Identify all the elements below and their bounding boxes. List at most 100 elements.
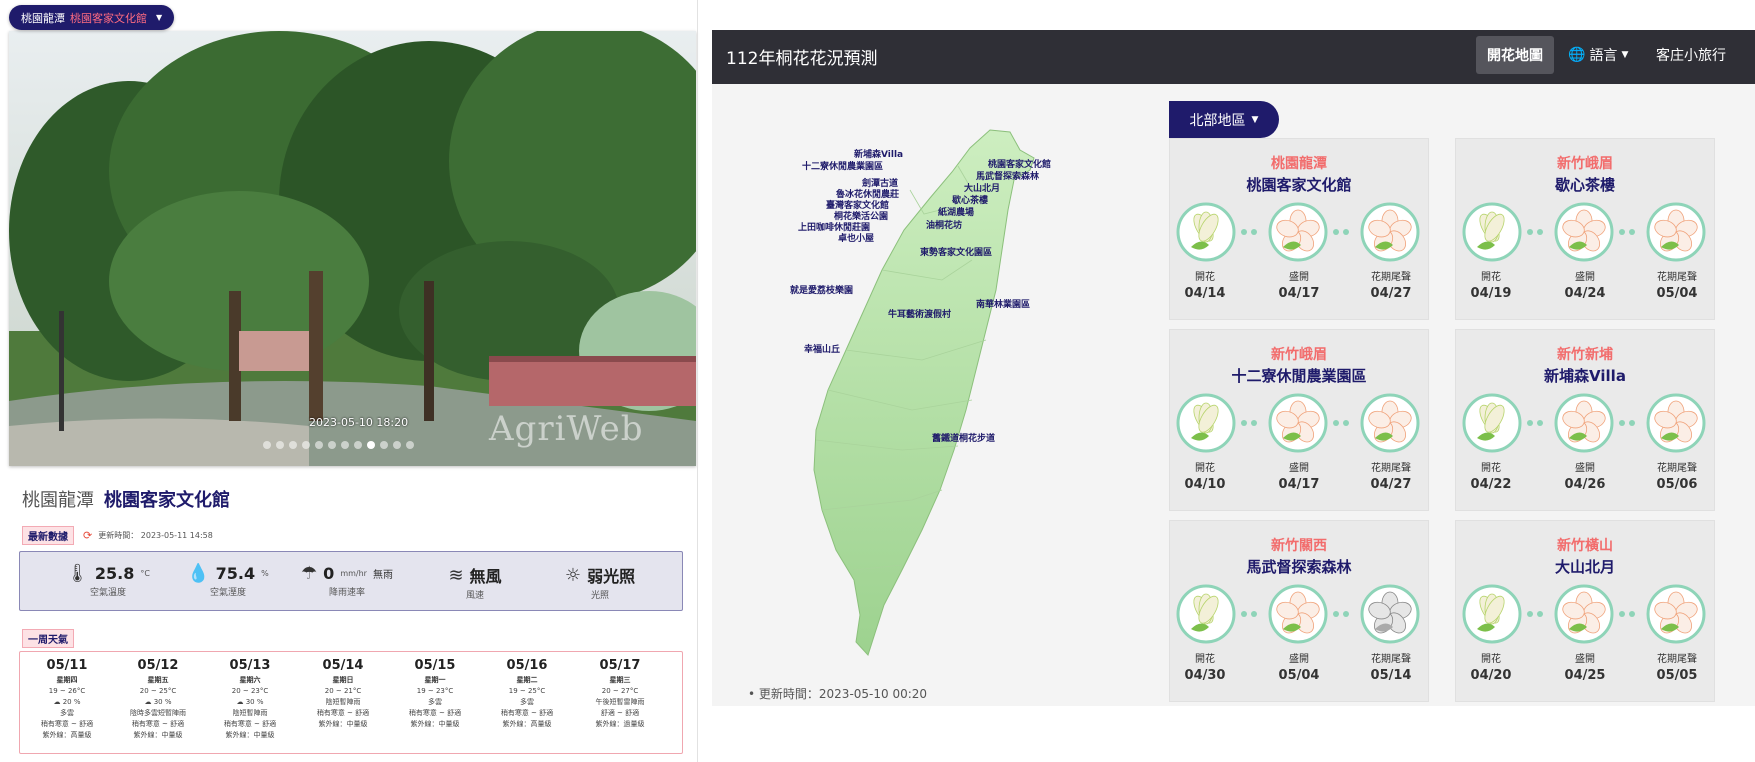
full-bloom-flower-icon bbox=[1267, 392, 1329, 454]
late-bloom-flower-icon bbox=[1645, 201, 1707, 263]
carousel-dot[interactable] bbox=[406, 441, 414, 449]
full-bloom-flower-icon bbox=[1553, 392, 1615, 454]
bloom-card[interactable]: 新竹關西 馬武督探索森林 開花 盛開 花期尾聲 04/30 05/04 05/1… bbox=[1169, 520, 1429, 702]
rain-cloud-icon: ☁ bbox=[53, 698, 61, 706]
nav-bloom-map[interactable]: 開花地圖 bbox=[1476, 36, 1554, 74]
bloom-stages bbox=[1461, 201, 1709, 267]
full-bloom-flower-icon bbox=[1267, 583, 1329, 645]
bloom-stages bbox=[1175, 201, 1423, 267]
sun-icon: ☼ bbox=[564, 564, 582, 586]
carousel-dot[interactable] bbox=[289, 441, 297, 449]
carousel-dot[interactable] bbox=[380, 441, 388, 449]
thermometer-icon: 🌡 bbox=[66, 563, 89, 584]
station-photo-carousel[interactable]: 2023-05-10 18:20 AgriWeb bbox=[9, 31, 696, 466]
week-weather-tag: 一周天氣 bbox=[22, 629, 74, 648]
bud-flower-icon bbox=[1461, 201, 1523, 263]
station-title: 桃園龍潭 桃園客家文化館 bbox=[22, 486, 230, 512]
refresh-icon[interactable]: ⟳ bbox=[83, 529, 92, 542]
location-area: 桃園龍潭 bbox=[21, 11, 65, 25]
bloom-stages bbox=[1175, 392, 1423, 458]
bloom-card[interactable]: 新竹新埔 新埔森Villa 開花 盛開 花期尾聲 04/22 04/26 05/… bbox=[1455, 329, 1715, 511]
latest-data-tag: 最新數據 bbox=[22, 526, 74, 545]
full-bloom-flower-icon bbox=[1553, 583, 1615, 645]
map-label[interactable]: 南華林業園區 bbox=[976, 297, 1030, 310]
current-conditions: 🌡 25.8 °C 空氣溫度 💧 75.4 % 空氣溼度 ☂ 0 mm/hr 無… bbox=[19, 551, 683, 611]
forecast-day: 05/17 星期三 20 ~ 27°C 午後短暫雷陣雨 舒適 ~ 舒適 紫外線：… bbox=[595, 658, 645, 728]
bud-flower-icon bbox=[1175, 201, 1237, 263]
photo-timestamp: 2023-05-10 18:20 bbox=[309, 416, 409, 429]
carousel-indicators bbox=[263, 441, 414, 449]
forecast-day: 05/12 星期五 20 ~ 25°C ☁ 30 % 陰時多雲短暫陣雨 稍有寒意… bbox=[130, 658, 186, 739]
light-level: ☼ 弱光照 光照 bbox=[564, 564, 636, 602]
map-label[interactable]: 十二寮休閒農業園區 bbox=[802, 159, 883, 172]
carousel-dot[interactable] bbox=[393, 441, 401, 449]
bloom-card[interactable]: 新竹峨眉 歇心茶樓 開花 盛開 花期尾聲 04/19 04/24 05/04 bbox=[1455, 138, 1715, 320]
carousel-dot[interactable] bbox=[276, 441, 284, 449]
caret-down-icon: ▼ bbox=[1621, 50, 1629, 60]
forecast-day: 05/11 星期四 19 ~ 26°C ☁ 20 % 多雲 稍有寒意 ~ 舒適 … bbox=[40, 658, 94, 739]
bud-flower-icon bbox=[1175, 583, 1237, 645]
caret-down-icon: ▼ bbox=[156, 13, 163, 22]
air-humidity: 💧 75.4 % 空氣溼度 bbox=[187, 563, 269, 598]
carousel-dot[interactable] bbox=[354, 441, 362, 449]
bloom-stages bbox=[1175, 583, 1423, 649]
map-label[interactable]: 舊鐵道桐花步道 bbox=[932, 431, 995, 444]
location-dropdown[interactable]: 桃園龍潭 桃園客家文化館 ▼ bbox=[9, 5, 175, 30]
map-label[interactable]: 幸福山丘 bbox=[804, 342, 840, 355]
station-photo bbox=[9, 31, 696, 466]
humidity-icon: 💧 bbox=[187, 563, 210, 584]
map-label[interactable]: 東勢客家文化園區 bbox=[920, 245, 992, 258]
map-label[interactable]: 牛耳藝術渡假村 bbox=[888, 307, 951, 320]
forecast-day: 05/16 星期二 19 ~ 25°C 多雲 稍有寒意 ~ 舒適 紫外線：高量級 bbox=[500, 658, 554, 728]
forecast-update-time: • 更新時間：2023-05-10 00:20 bbox=[748, 687, 928, 701]
region-dropdown[interactable]: 北部地區 ▼ bbox=[1169, 101, 1279, 138]
nav-language-dropdown[interactable]: 🌐 語言 ▼ bbox=[1568, 45, 1628, 65]
wind-icon: ≋ bbox=[448, 564, 464, 586]
map-label[interactable]: 紙湖農場 bbox=[938, 205, 974, 218]
bloom-card[interactable]: 新竹峨眉 十二寮休閒農業園區 開花 盛開 花期尾聲 04/10 04/17 04… bbox=[1169, 329, 1429, 511]
top-navbar: 112年桐花花況預測 開花地圖 🌐 語言 ▼ 客庄小旅行 bbox=[712, 30, 1755, 84]
carousel-dot-active[interactable] bbox=[367, 441, 375, 449]
carousel-dot[interactable] bbox=[302, 441, 310, 449]
bloom-stages bbox=[1461, 392, 1709, 458]
wind-speed: ≋ 無風 風速 bbox=[448, 564, 502, 602]
carousel-dot[interactable] bbox=[263, 441, 271, 449]
station-name: 桃園客家文化館 bbox=[104, 490, 230, 511]
station-panel: 桃園龍潭 桃園客家文化館 ▼ 2023-05-10 18:20 AgriWeb … bbox=[0, 0, 703, 762]
carousel-dot[interactable] bbox=[341, 441, 349, 449]
rain-cloud-icon: ☁ bbox=[236, 698, 244, 706]
full-bloom-flower-icon bbox=[1553, 201, 1615, 263]
bud-flower-icon bbox=[1461, 583, 1523, 645]
taiwan-map bbox=[813, 129, 1035, 656]
bloom-stages bbox=[1461, 583, 1709, 649]
location-station: 桃園客家文化館 bbox=[70, 11, 147, 25]
carousel-dot[interactable] bbox=[328, 441, 336, 449]
late-bloom-flower-icon bbox=[1645, 392, 1707, 454]
late-bloom-flower-icon bbox=[1359, 201, 1421, 263]
carousel-dot[interactable] bbox=[315, 441, 323, 449]
map-label[interactable]: 就是愛荔枝樂園 bbox=[790, 283, 853, 296]
bud-flower-icon bbox=[1461, 392, 1523, 454]
nav-hakka-trip[interactable]: 客庄小旅行 bbox=[1656, 45, 1726, 65]
site-title[interactable]: 112年桐花花況預測 bbox=[726, 44, 877, 69]
bloom-card[interactable]: 桃園龍潭 桃園客家文化館 開花 盛開 花期尾聲 04/14 04/17 04/2… bbox=[1169, 138, 1429, 320]
late-bloom-flower-icon bbox=[1645, 583, 1707, 645]
full-bloom-flower-icon bbox=[1267, 201, 1329, 263]
withered-flower-icon bbox=[1359, 583, 1421, 645]
air-temperature: 🌡 25.8 °C 空氣溫度 bbox=[66, 563, 150, 598]
bud-flower-icon bbox=[1175, 392, 1237, 454]
panel-divider bbox=[697, 0, 698, 762]
map-label[interactable]: 油桐花坊 bbox=[926, 218, 962, 231]
bloom-card[interactable]: 新竹橫山 大山北月 開花 盛開 花期尾聲 04/20 04/25 05/05 bbox=[1455, 520, 1715, 702]
map-label[interactable]: 卓也小屋 bbox=[838, 231, 874, 244]
globe-icon: 🌐 bbox=[1568, 47, 1586, 63]
forecast-day: 05/13 星期六 20 ~ 23°C ☁ 30 % 陰短暫陣雨 稍有寒意 ~ … bbox=[223, 658, 277, 739]
rain-icon: ☂ bbox=[301, 563, 318, 584]
data-update-text: 更新時間： 2023-05-11 14:58 bbox=[98, 531, 213, 540]
late-bloom-flower-icon bbox=[1359, 392, 1421, 454]
rain-cloud-icon: ☁ bbox=[144, 698, 152, 706]
caret-down-icon: ▼ bbox=[1251, 114, 1259, 125]
station-area: 桃園龍潭 bbox=[22, 490, 94, 511]
forecast-day: 05/14 星期日 20 ~ 21°C 陰短暫陣雨 稍有寒意 ~ 舒適 紫外線：… bbox=[316, 658, 370, 728]
rain-rate: ☂ 0 mm/hr 無雨 降雨速率 bbox=[301, 563, 393, 598]
